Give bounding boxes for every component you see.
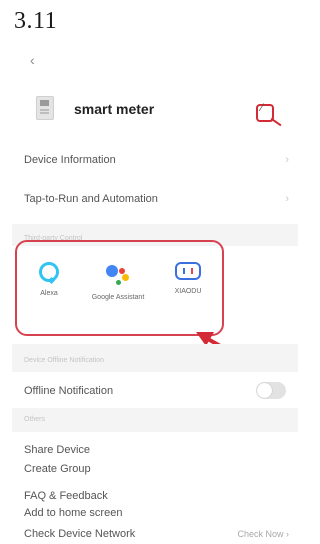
create-group-label: Create Group (24, 463, 91, 475)
smart-meter-icon (36, 96, 54, 120)
chevron-right-icon: › (286, 529, 289, 539)
xiaodu-service[interactable]: XIAODU (158, 262, 218, 296)
offline-notification-row: Offline Notification (24, 385, 289, 397)
back-button[interactable]: ‹ (30, 52, 35, 68)
alexa-label: Alexa (40, 290, 58, 297)
alexa-service[interactable]: Alexa (19, 262, 79, 298)
create-group-row[interactable]: Create Group (24, 463, 289, 475)
device-information-label: Device Information (24, 154, 116, 166)
faq-feedback-label: FAQ & Feedback (24, 490, 108, 502)
edit-pencil-icon[interactable]: ∕ (261, 102, 263, 114)
google-assistant-icon (104, 262, 132, 286)
step-number: 3.11 (14, 8, 58, 34)
check-network-label: Check Device Network (24, 528, 136, 540)
alexa-icon (39, 262, 59, 282)
offline-section-label: Device Offline Notification (24, 357, 105, 364)
chevron-left-icon[interactable]: ‹ (30, 52, 35, 68)
check-now-link[interactable]: Check Now › (237, 529, 289, 539)
google-assistant-service[interactable]: Google Assistant (88, 262, 148, 302)
offline-notification-toggle[interactable] (256, 382, 286, 399)
offline-notification-label: Offline Notification (24, 385, 114, 397)
section-band (12, 408, 298, 432)
google-assistant-label: Google Assistant (91, 294, 145, 301)
edit-highlight-tail (270, 117, 282, 127)
tap-to-run-label: Tap-to-Run and Automation (24, 193, 158, 205)
device-information-row[interactable]: Device Information › (24, 154, 289, 166)
share-device-label: Share Device (24, 444, 91, 456)
chevron-right-icon: › (285, 154, 289, 166)
others-section-label: Others (24, 416, 46, 423)
tap-to-run-row[interactable]: Tap-to-Run and Automation › (24, 193, 289, 205)
xiaodu-label: XIAODU (174, 288, 202, 295)
edit-button[interactable]: ∕ (256, 102, 282, 127)
device-name: smart meter (74, 101, 155, 117)
xiaodu-icon (175, 262, 201, 280)
check-now-label: Check Now (237, 529, 284, 539)
chevron-right-icon: › (285, 193, 289, 205)
add-to-home-row[interactable]: Add to home screen (24, 507, 289, 519)
faq-feedback-row[interactable]: FAQ & Feedback (24, 490, 289, 502)
share-device-row[interactable]: Share Device (24, 444, 289, 456)
add-to-home-label: Add to home screen (24, 507, 123, 519)
